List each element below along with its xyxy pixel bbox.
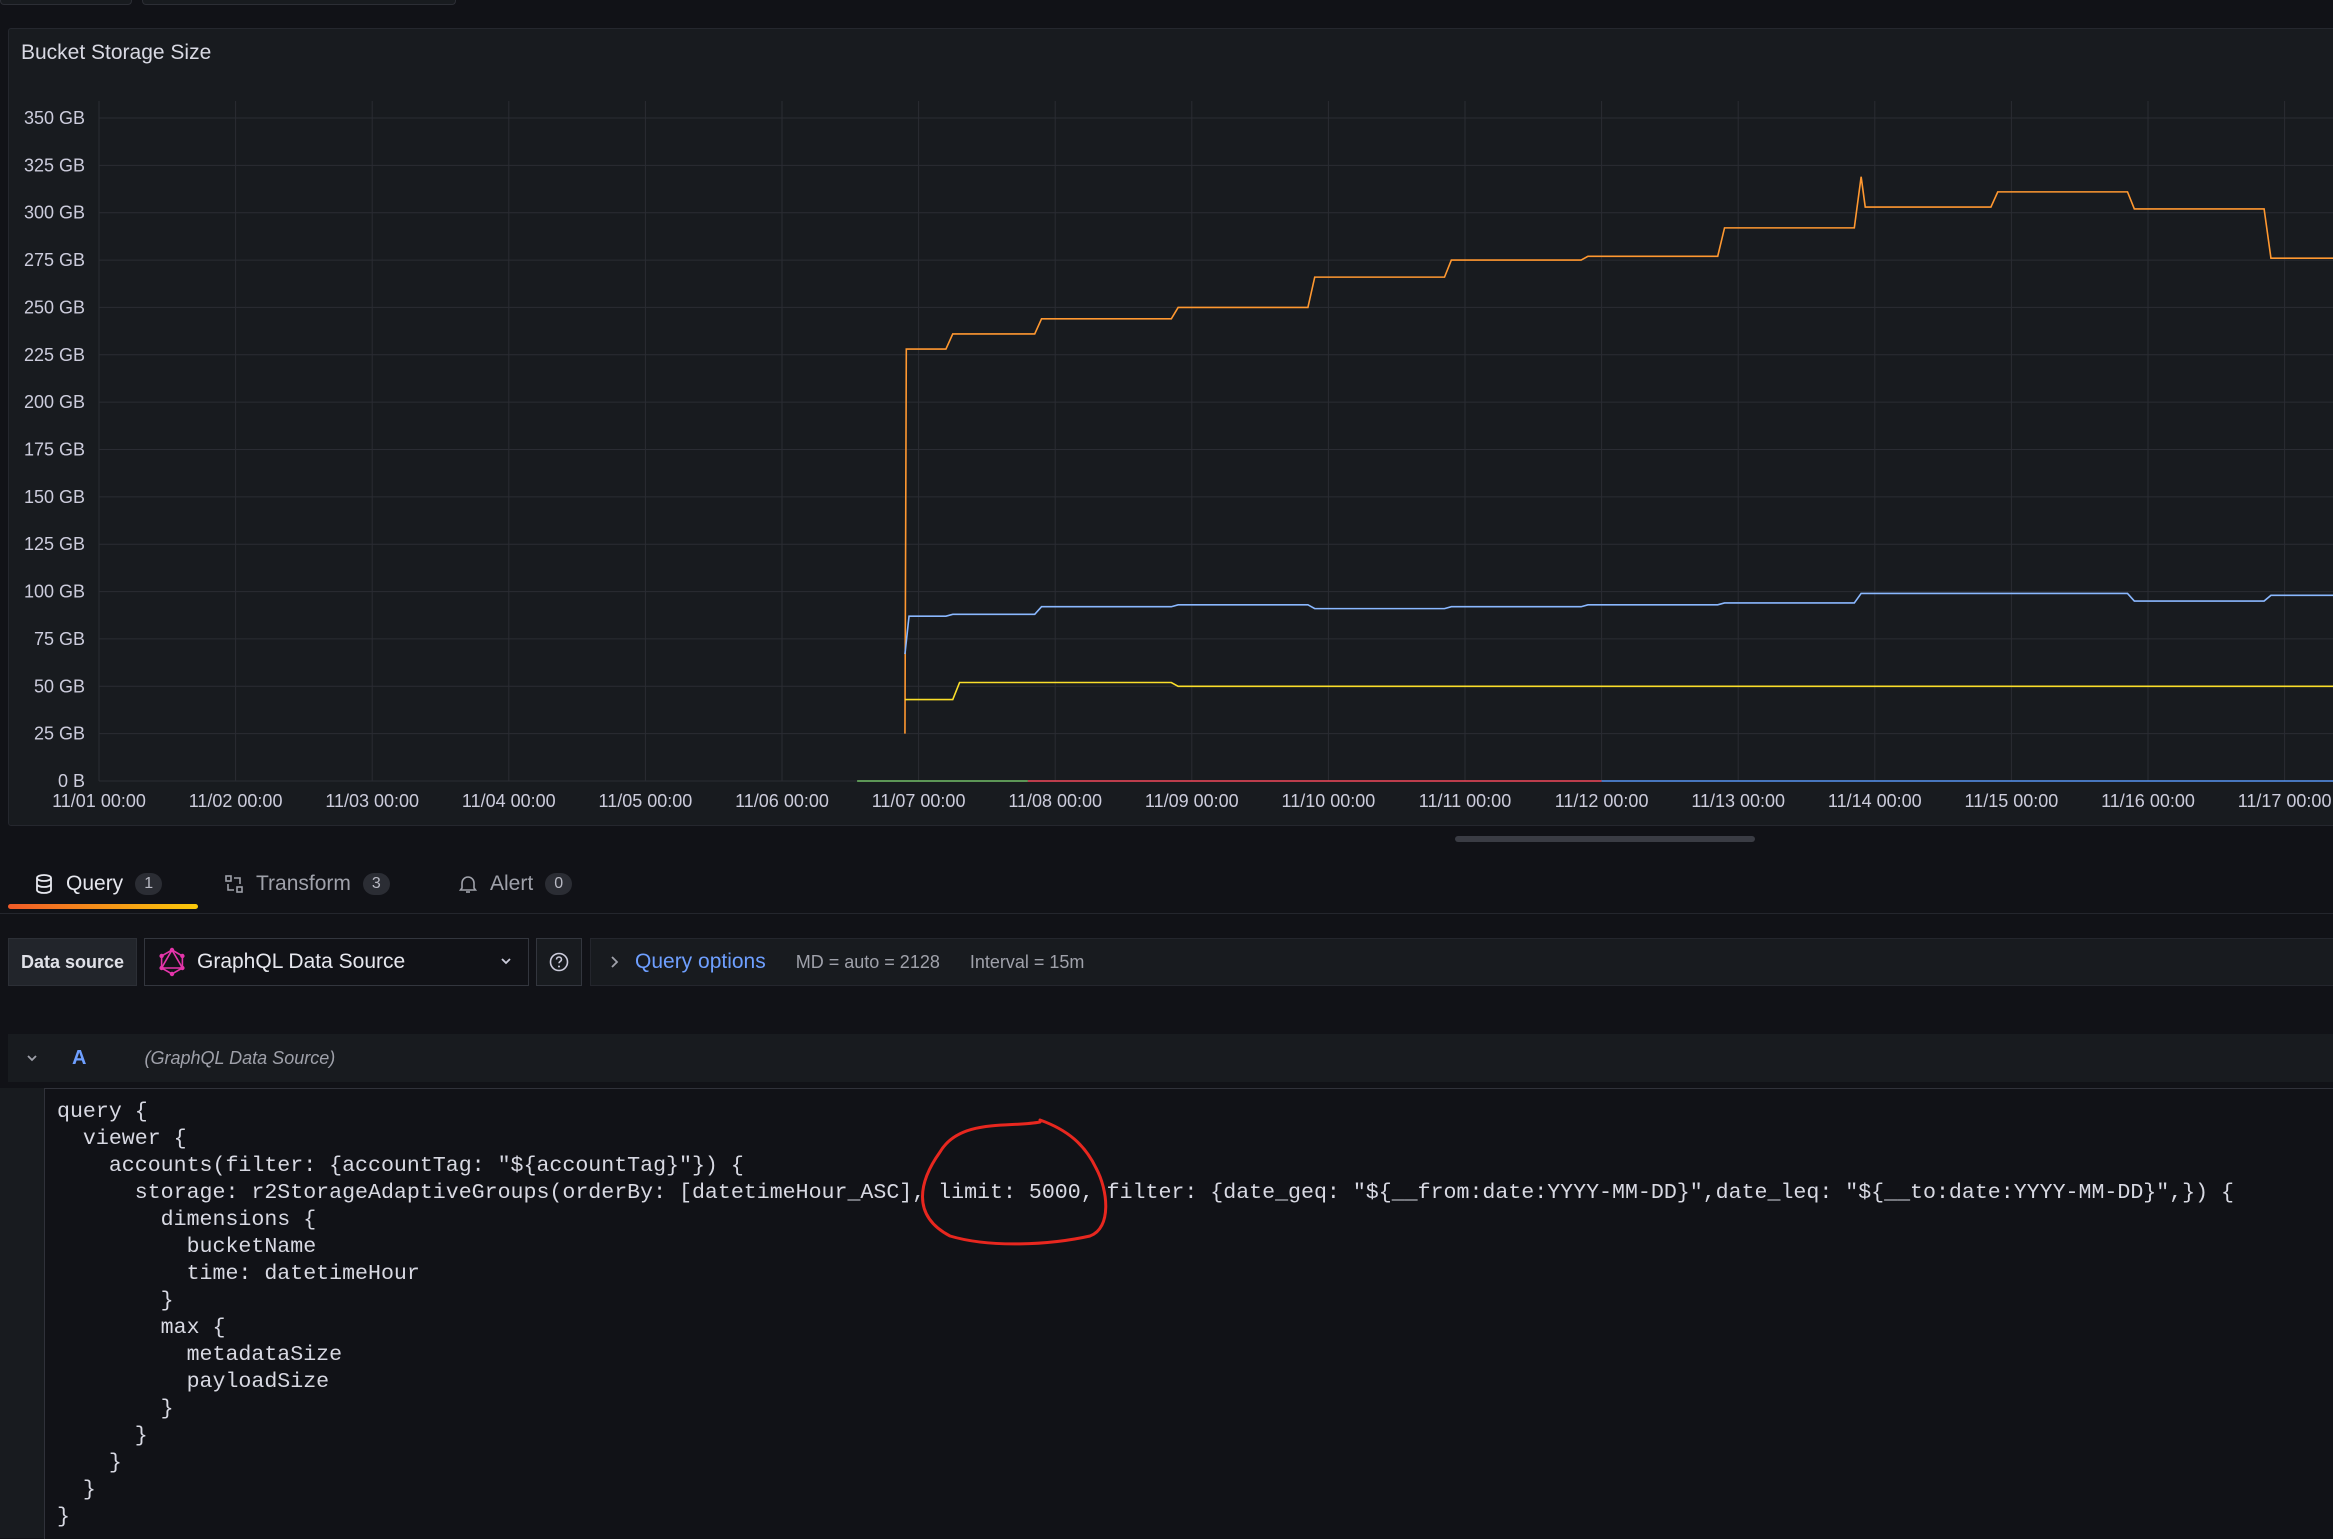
series-line-2 bbox=[904, 592, 2333, 655]
x-tick-label: 11/09 00:00 bbox=[1145, 791, 1239, 811]
x-tick-label: 11/04 00:00 bbox=[462, 791, 556, 811]
datasource-selected: GraphQL Data Source bbox=[197, 950, 406, 973]
y-tick-label: 225 GB bbox=[24, 345, 85, 365]
y-tick-label: 75 GB bbox=[34, 629, 85, 649]
graphql-logo-icon bbox=[159, 947, 185, 977]
y-tick-label: 0 B bbox=[58, 771, 85, 791]
active-tab-indicator bbox=[8, 904, 198, 909]
x-tick-label: 11/05 00:00 bbox=[599, 791, 693, 811]
tab-query-label: Query bbox=[66, 872, 124, 895]
y-tick-label: 300 GB bbox=[24, 203, 85, 223]
x-tick-label: 11/02 00:00 bbox=[189, 791, 283, 811]
horizontal-scrollbar[interactable] bbox=[1455, 836, 1755, 842]
toolbar-stub-right bbox=[142, 0, 456, 5]
x-tick-label: 11/17 00:00 bbox=[2238, 791, 2332, 811]
x-tick-label: 11/14 00:00 bbox=[1828, 791, 1922, 811]
chevron-down-icon bbox=[27, 1055, 37, 1062]
x-tick-label: 11/10 00:00 bbox=[1282, 791, 1376, 811]
x-tick-label: 11/11 00:00 bbox=[1419, 791, 1511, 811]
query-options-toggle[interactable]: Query options MD = auto = 2128 Interval … bbox=[590, 938, 2333, 986]
tab-transform-label: Transform bbox=[256, 872, 351, 895]
editor-gutter bbox=[0, 1088, 44, 1538]
editor-tabs: Query 1 Transform 3 Alert 0 bbox=[0, 855, 2333, 914]
y-tick-label: 175 GB bbox=[24, 440, 85, 460]
chevron-right-icon bbox=[611, 956, 619, 968]
datasource-help-button[interactable] bbox=[536, 938, 582, 986]
x-tick-label: 11/08 00:00 bbox=[1008, 791, 1102, 811]
toolbar-stub-left bbox=[0, 0, 132, 5]
query-row-header[interactable]: A (GraphQL Data Source) bbox=[8, 1034, 2333, 1082]
graphql-query-editor[interactable]: query { viewer { accounts(filter: {accou… bbox=[44, 1088, 2333, 1539]
max-data-points: MD = auto = 2128 bbox=[795, 951, 940, 972]
query-options-label: Query options bbox=[635, 950, 766, 973]
x-tick-label: 11/13 00:00 bbox=[1691, 791, 1785, 811]
transform-icon bbox=[222, 872, 246, 896]
x-tick-label: 11/07 00:00 bbox=[872, 791, 966, 811]
y-tick-label: 100 GB bbox=[24, 582, 85, 602]
x-tick-label: 11/06 00:00 bbox=[735, 791, 829, 811]
tab-alert-label: Alert bbox=[490, 872, 534, 895]
datasource-label: Data source bbox=[8, 938, 138, 986]
y-tick-label: 350 GB bbox=[24, 108, 85, 128]
x-tick-label: 11/16 00:00 bbox=[2101, 791, 2195, 811]
query-ref-id: A bbox=[72, 1046, 87, 1069]
bucket-storage-panel: Bucket Storage Size 0 B 25 GB 50 GB 75 GB 10… bbox=[8, 28, 2333, 826]
query-datasource-name: (GraphQL Data Source) bbox=[144, 1047, 336, 1068]
y-tick-label: 50 GB bbox=[34, 676, 85, 696]
y-tick-label: 325 GB bbox=[24, 155, 85, 175]
tab-transform-count: 3 bbox=[362, 873, 390, 895]
timeseries-chart: 0 B 25 GB 50 GB 75 GB 100 GB 125 GB 150 GB 175 … bbox=[24, 101, 2333, 811]
datasource-picker[interactable]: GraphQL Data Source bbox=[144, 938, 529, 986]
x-tick-label: 11/12 00:00 bbox=[1555, 791, 1649, 811]
series-line-3 bbox=[904, 681, 2333, 701]
x-tick-label: 11/03 00:00 bbox=[325, 791, 419, 811]
y-tick-label: 200 GB bbox=[24, 392, 85, 412]
bell-icon bbox=[456, 872, 480, 896]
tab-alert[interactable]: Alert 0 bbox=[456, 855, 573, 913]
y-tick-label: 275 GB bbox=[24, 250, 85, 270]
query-interval: Interval = 15m bbox=[969, 951, 1085, 972]
y-tick-label: 125 GB bbox=[24, 534, 85, 554]
query-code[interactable]: query { viewer { accounts(filter: {accou… bbox=[57, 1099, 2234, 1531]
y-tick-label: 250 GB bbox=[24, 297, 85, 317]
question-circle-icon bbox=[549, 952, 569, 972]
y-tick-label: 25 GB bbox=[34, 724, 85, 744]
x-tick-label: 11/15 00:00 bbox=[1965, 791, 2059, 811]
datasource-bar: Data source GraphQL Data Source Query op… bbox=[8, 938, 2333, 986]
tab-transform[interactable]: Transform 3 bbox=[222, 855, 390, 913]
x-tick-label: 11/01 00:00 bbox=[52, 791, 146, 811]
database-icon bbox=[32, 872, 56, 896]
tab-query-count: 1 bbox=[135, 873, 163, 895]
chevron-down-icon bbox=[501, 958, 511, 965]
y-tick-label: 150 GB bbox=[24, 487, 85, 507]
tab-alert-count: 0 bbox=[545, 873, 573, 895]
